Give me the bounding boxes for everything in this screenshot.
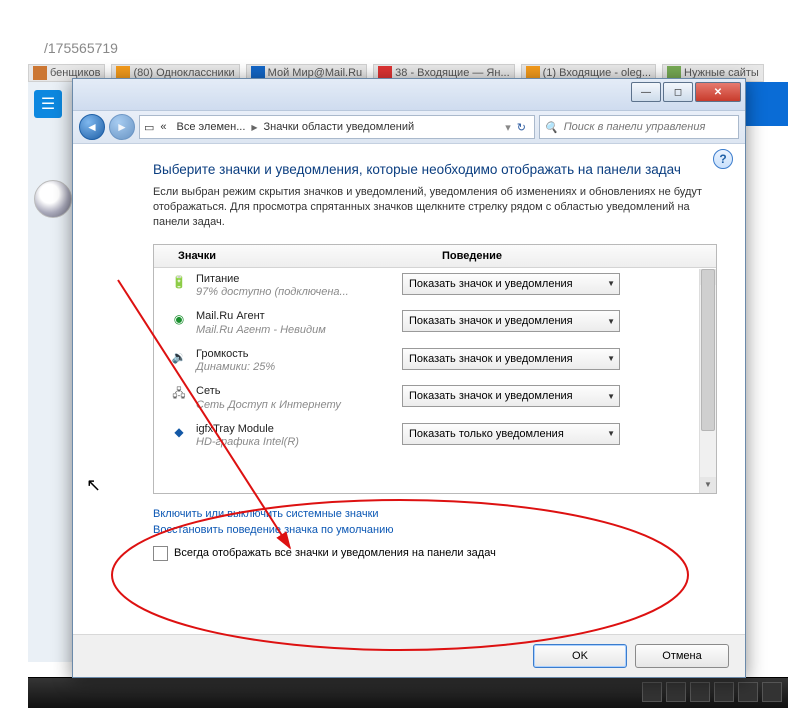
window-titlebar: — ◻ xyxy=(73,79,745,111)
scroll-down-button[interactable]: ▼ xyxy=(700,477,716,493)
checkbox[interactable] xyxy=(153,546,168,561)
maximize-button[interactable]: ◻ xyxy=(663,82,693,102)
chevron-down-icon: ▼ xyxy=(607,429,615,438)
list-item: ◉ Mail.Ru Агент Mail.Ru Агент - Невидим … xyxy=(154,305,716,343)
item-title: Mail.Ru Агент xyxy=(196,310,326,324)
behavior-select[interactable]: Показать значок и уведомления▼ xyxy=(402,348,620,370)
background-avatar xyxy=(34,180,72,218)
breadcrumb[interactable]: ▭ « Все элемен... ▶ Значки области уведо… xyxy=(139,115,535,139)
intel-graphics-icon: ◆ xyxy=(170,423,188,441)
toggle-system-icons-link[interactable]: Включить или выключить системные значки xyxy=(153,508,717,520)
item-title: Питание xyxy=(196,273,349,287)
item-subtitle: Mail.Ru Агент - Невидим xyxy=(196,324,326,338)
column-behavior: Поведение xyxy=(434,245,716,267)
help-icon[interactable]: ? xyxy=(713,149,733,169)
notification-area-icons-window: — ◻ ◄ ► ▭ « Все элемен... ▶ Значки облас… xyxy=(72,78,746,678)
checkbox-label: Всегда отображать все значки и уведомлен… xyxy=(174,547,496,559)
list-item: ◆ igfxTray Module HD-графика Intel(R) По… xyxy=(154,418,716,456)
background-app-sidebar xyxy=(28,82,72,662)
column-icons: Значки xyxy=(154,245,434,267)
item-subtitle: Динамики: 25% xyxy=(196,361,275,375)
item-title: Громкость xyxy=(196,348,275,362)
background-taskbar xyxy=(28,677,788,708)
mailru-agent-icon: ◉ xyxy=(170,310,188,328)
behavior-select[interactable]: Показать значок и уведомления▼ xyxy=(402,385,620,407)
background-url-fragment: /175565719 xyxy=(44,40,118,56)
scroll-thumb[interactable] xyxy=(701,269,715,431)
search-icon: 🔍 xyxy=(544,121,558,134)
chevron-down-icon: ▼ xyxy=(607,354,615,363)
explorer-navbar: ◄ ► ▭ « Все элемен... ▶ Значки области у… xyxy=(73,111,745,144)
behavior-select[interactable]: Показать значок и уведомления▼ xyxy=(402,273,620,295)
control-panel-icon: ▭ xyxy=(144,121,154,134)
chevron-down-icon: ▼ xyxy=(607,279,615,288)
minimize-button[interactable]: — xyxy=(631,82,661,102)
chevron-down-icon: ▼ xyxy=(607,317,615,326)
item-title: Сеть xyxy=(196,385,341,399)
chevron-right-icon: ▶ xyxy=(251,123,257,132)
breadcrumb-seg[interactable]: Значки области уведомлений xyxy=(260,121,419,133)
item-subtitle: 97% доступно (подключена... xyxy=(196,286,349,300)
restore-defaults-link[interactable]: Восстановить поведение значка по умолчан… xyxy=(153,524,717,536)
list-item: 🔉 Громкость Динамики: 25% Показать значо… xyxy=(154,343,716,381)
nav-back-button[interactable]: ◄ xyxy=(79,114,105,140)
chevron-down-icon: ▼ xyxy=(607,392,615,401)
item-subtitle: Сеть Доступ к Интернету xyxy=(196,399,341,413)
list-header: Значки Поведение xyxy=(154,245,716,268)
item-subtitle: HD-графика Intel(R) xyxy=(196,436,299,450)
network-icon: 🖧 xyxy=(170,385,188,403)
page-description: Если выбран режим скрытия значков и увед… xyxy=(153,185,717,230)
battery-icon: 🔋 xyxy=(170,273,188,291)
dialog-footer: OK Отмена xyxy=(73,634,745,677)
search-field[interactable] xyxy=(562,120,734,134)
scrollbar[interactable]: ▲ ▼ xyxy=(699,269,716,493)
links-section: Включить или выключить системные значки … xyxy=(153,508,717,536)
breadcrumb-prefix: « xyxy=(156,121,170,133)
nav-forward-button[interactable]: ► xyxy=(109,114,135,140)
ok-button[interactable]: OK xyxy=(533,644,627,668)
icons-list: Значки Поведение 🔋 Питание 97% доступно … xyxy=(153,244,717,494)
behavior-select[interactable]: Показать только уведомления▼ xyxy=(402,423,620,445)
always-show-checkbox-row[interactable]: Всегда отображать все значки и уведомлен… xyxy=(153,546,717,561)
page-title: Выберите значки и уведомления, которые н… xyxy=(153,162,717,177)
search-input[interactable]: 🔍 xyxy=(539,115,739,139)
close-button[interactable] xyxy=(695,82,741,102)
cancel-button[interactable]: Отмена xyxy=(635,644,729,668)
list-item: 🖧 Сеть Сеть Доступ к Интернету Показать … xyxy=(154,380,716,418)
background-menu-icon: ☰ xyxy=(34,90,62,118)
volume-icon: 🔉 xyxy=(170,348,188,366)
mouse-cursor-icon: ↖ xyxy=(86,475,101,496)
list-item: 🔋 Питание 97% доступно (подключена... По… xyxy=(154,268,716,306)
behavior-select[interactable]: Показать значок и уведомления▼ xyxy=(402,310,620,332)
refresh-icon[interactable]: ↻ xyxy=(513,121,530,134)
item-title: igfxTray Module xyxy=(196,423,299,437)
content-area: Выберите значки и уведомления, которые н… xyxy=(73,144,745,571)
breadcrumb-seg[interactable]: Все элемен... xyxy=(173,121,250,133)
